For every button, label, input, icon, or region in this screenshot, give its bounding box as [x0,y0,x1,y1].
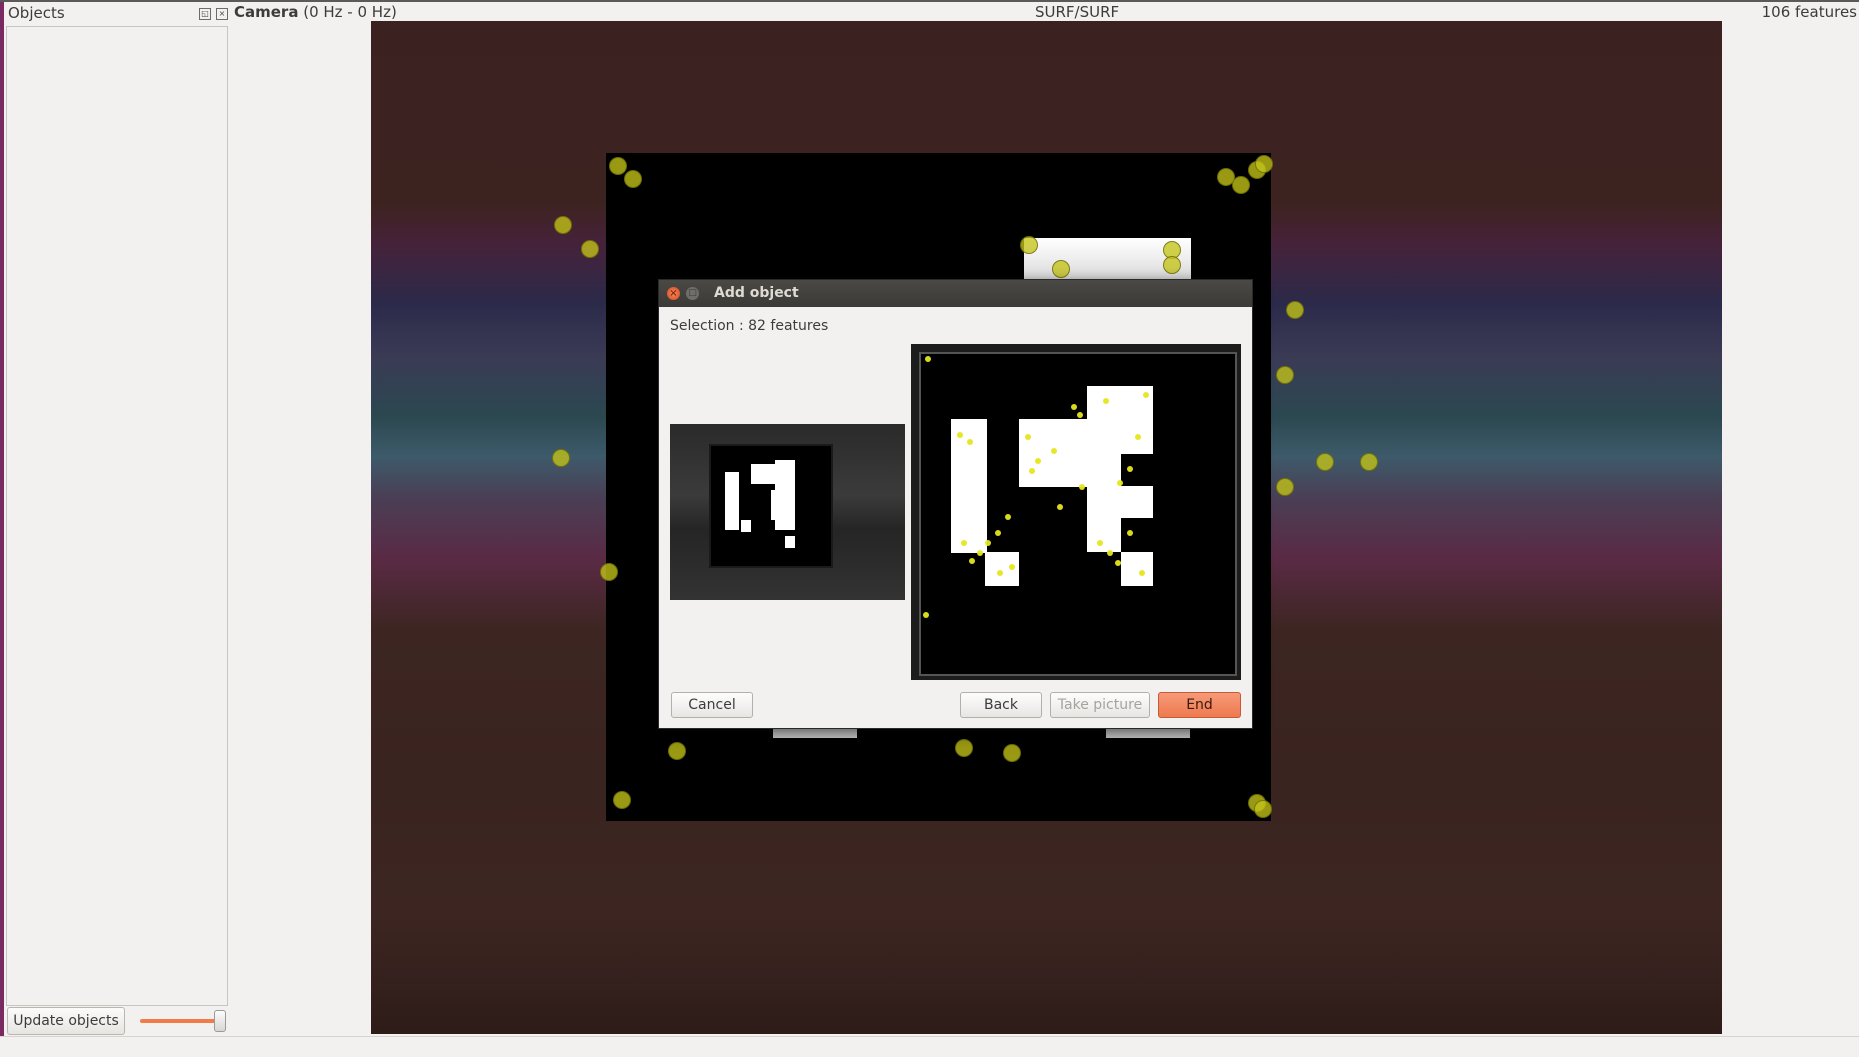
keypoint-marker [1057,504,1063,510]
keypoint-marker [1071,404,1077,410]
keypoint-marker [1025,434,1031,440]
keypoint-marker [613,791,631,809]
keypoint-marker [967,439,973,445]
marker-white-block [741,520,751,532]
keypoint-marker [1117,480,1123,486]
window-top-edge [0,0,1859,2]
dock-close-icon[interactable]: × [216,8,228,20]
dialog-title: Add object [714,285,799,301]
slider-handle[interactable] [214,1010,226,1032]
marker-white-block [771,490,779,520]
keypoint-marker [624,170,642,188]
keypoint-marker [997,570,1003,576]
keypoint-marker [1020,236,1038,254]
end-button[interactable]: End [1158,692,1241,718]
keypoint-marker [1107,550,1113,556]
keypoint-marker [581,240,599,258]
keypoint-marker [1097,540,1103,546]
keypoint-marker [1103,398,1109,404]
keypoint-marker [923,612,929,618]
camera-header: Camera (0 Hz - 0 Hz) [234,3,397,21]
keypoint-marker [1079,484,1085,490]
status-bar [0,1036,1859,1057]
update-objects-button[interactable]: Update objects [7,1007,125,1035]
back-button[interactable]: Back [960,692,1042,718]
take-picture-button[interactable]: Take picture [1050,692,1150,718]
keypoint-marker [1276,366,1294,384]
keypoint-marker [1232,176,1250,194]
keypoint-marker [1115,560,1121,566]
keypoint-marker [1254,800,1272,818]
window-left-edge [0,0,4,1056]
keypoint-marker [957,432,963,438]
features-count: 106 features [1761,3,1857,21]
marker-white-block [1121,486,1153,518]
keypoint-marker [955,739,973,757]
keypoint-marker [1135,434,1141,440]
camera-rate: (0 Hz - 0 Hz) [298,3,397,21]
camera-thumbnail [670,424,905,600]
keypoint-marker [1255,155,1273,173]
keypoint-marker [1052,260,1070,278]
keypoint-marker [1163,256,1181,274]
keypoint-marker [995,530,1001,536]
keypoint-marker [1077,412,1083,418]
keypoint-marker [552,449,570,467]
marker-white-block [785,536,795,548]
cancel-button[interactable]: Cancel [671,692,753,718]
selection-view[interactable] [911,344,1241,680]
keypoint-marker [1276,478,1294,496]
dialog-close-icon[interactable]: × [667,287,680,300]
objects-size-slider[interactable] [140,1019,224,1023]
keypoint-marker [1127,466,1133,472]
marker-white-block [1087,452,1121,552]
keypoint-marker [1003,744,1021,762]
keypoint-marker [1029,468,1035,474]
dialog-titlebar[interactable]: × □ Add object [659,280,1252,307]
add-object-dialog: × □ Add object Selection : 82 features C… [658,279,1253,729]
keypoint-marker [1051,448,1057,454]
keypoint-marker [600,563,618,581]
dialog-maximize-icon[interactable]: □ [686,287,699,300]
detector-label: SURF/SURF [1035,3,1120,21]
keypoint-marker [985,540,991,546]
keypoint-marker [609,157,627,175]
keypoint-marker [1009,564,1015,570]
keypoint-marker [969,558,975,564]
keypoint-marker [1139,570,1145,576]
keypoint-marker [961,540,967,546]
thumbnail-marker [709,444,833,568]
keypoint-marker [1143,392,1149,398]
keypoint-marker [977,550,983,556]
selected-marker [919,352,1237,676]
dock-float-icon[interactable]: ◱ [199,8,211,20]
selection-status: Selection : 82 features [670,318,829,334]
keypoint-marker [554,216,572,234]
keypoint-marker [668,742,686,760]
keypoint-marker [1286,301,1304,319]
marker-white-block [751,464,775,484]
keypoint-marker [925,356,931,362]
keypoint-marker [1035,458,1041,464]
camera-title: Camera [234,3,299,21]
objects-list-panel[interactable] [6,26,228,1006]
objects-dock-title: Objects [8,4,65,22]
keypoint-marker [1005,514,1011,520]
keypoint-marker [1316,453,1334,471]
marker-white-block [725,472,739,530]
keypoint-marker [1127,530,1133,536]
keypoint-marker [1360,453,1378,471]
marker-white-block [1121,552,1153,586]
